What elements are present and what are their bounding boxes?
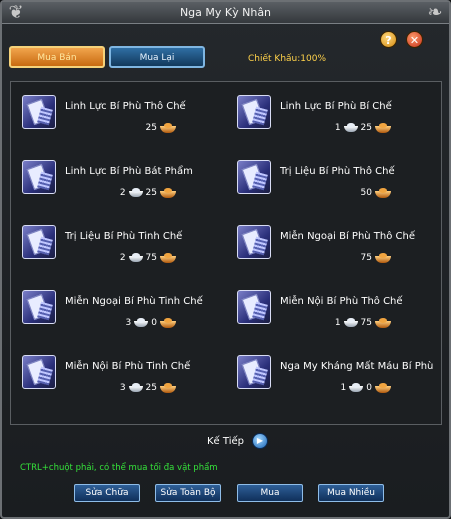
- silver-amount: 2: [119, 253, 126, 263]
- item-price: 2 75: [120, 251, 177, 265]
- shop-item[interactable]: Linh Lực Bí Phù Bí Chế 1 25: [234, 91, 446, 151]
- silver-amount: 2: [119, 188, 126, 198]
- silver-ingot-icon: [348, 383, 364, 393]
- gold-amount: 75: [145, 253, 157, 263]
- window-title: Nga My Kỳ Nhân: [179, 6, 272, 19]
- gold-ingot-icon: [374, 382, 392, 394]
- talisman-icon: [237, 225, 271, 259]
- item-name: Trị Liệu Bí Phù Thô Chế: [280, 166, 395, 177]
- item-name: Trị Liệu Bí Phù Tinh Chế: [65, 231, 183, 242]
- item-name: Miễn Ngoại Bí Phù Thô Chế: [280, 231, 416, 242]
- pagination: Kế Tiếp ▶: [207, 433, 268, 449]
- close-button[interactable]: ✕: [406, 31, 423, 48]
- item-price: 1 25: [335, 121, 392, 135]
- gold-ingot-icon: [374, 187, 392, 199]
- item-name: Linh Lực Bí Phù Bát Phẩm: [65, 166, 193, 177]
- silver-ingot-icon: [128, 383, 144, 393]
- shop-window: ❦ Nga My Kỳ Nhân ❧ ? ✕ Mua Bán Mua Lại C…: [0, 0, 451, 519]
- gold-ingot-icon: [159, 122, 177, 134]
- gold-amount: 25: [145, 123, 157, 133]
- tab-buyback[interactable]: Mua Lại: [109, 46, 205, 68]
- item-name: Linh Lực Bí Phù Bí Chế: [280, 101, 392, 112]
- item-list-panel: Linh Lực Bí Phù Thô Chế 25 Linh Lực Bí P…: [10, 81, 442, 425]
- item-price: 1 75: [335, 316, 392, 330]
- item-price: 75: [361, 251, 392, 265]
- play-arrow-icon: ▶: [256, 436, 264, 445]
- item-price: 2 25: [120, 186, 177, 200]
- gold-amount: 25: [145, 383, 157, 393]
- shop-item[interactable]: Trị Liệu Bí Phù Tinh Chế 2 75: [19, 221, 231, 281]
- silver-amount: 1: [334, 318, 341, 328]
- talisman-icon: [237, 355, 271, 389]
- gold-amount: 0: [366, 383, 372, 393]
- shop-item[interactable]: Miễn Ngoại Bí Phù Thô Chế 75: [234, 221, 446, 281]
- shop-item[interactable]: Miễn Ngoại Bí Phù Tinh Chế 3 0: [19, 286, 231, 346]
- talisman-icon: [237, 95, 271, 129]
- item-price: 25: [146, 121, 177, 135]
- gold-amount: 75: [360, 253, 372, 263]
- silver-ingot-icon: [343, 318, 359, 328]
- buy-many-button[interactable]: Mua Nhiều: [318, 484, 384, 502]
- talisman-icon: [22, 290, 56, 324]
- item-price: 3 25: [120, 381, 177, 395]
- shop-item[interactable]: Nga My Kháng Mất Máu Bí Phù 1 0: [234, 351, 446, 411]
- talisman-icon: [22, 225, 56, 259]
- item-name: Miễn Nội Bí Phù Thô Chế: [280, 296, 403, 307]
- item-name: Nga My Kháng Mất Máu Bí Phù: [280, 361, 434, 372]
- help-button[interactable]: ?: [380, 31, 397, 48]
- silver-ingot-icon: [128, 253, 144, 263]
- repair-button[interactable]: Sửa Chữa: [74, 484, 140, 502]
- item-price: 3 0: [126, 316, 177, 330]
- gold-amount: 25: [360, 123, 372, 133]
- gold-amount: 75: [360, 318, 372, 328]
- next-page-button[interactable]: ▶: [251, 433, 268, 449]
- shop-item[interactable]: Trị Liệu Bí Phù Thô Chế 50: [234, 156, 446, 216]
- shop-item[interactable]: Linh Lực Bí Phù Bát Phẩm 2 25: [19, 156, 231, 216]
- gold-ingot-icon: [159, 187, 177, 199]
- silver-ingot-icon: [133, 318, 149, 328]
- silver-amount: 1: [334, 123, 341, 133]
- gold-amount: 50: [360, 188, 372, 198]
- talisman-icon: [237, 160, 271, 194]
- shop-item[interactable]: Miễn Nội Bí Phù Tinh Chế 3 25: [19, 351, 231, 411]
- buy-button[interactable]: Mua: [237, 484, 303, 502]
- item-name: Miễn Nội Bí Phù Tinh Chế: [65, 361, 191, 372]
- talisman-icon: [22, 160, 56, 194]
- item-name: Linh Lực Bí Phù Thô Chế: [65, 101, 186, 112]
- item-price: 1 0: [341, 381, 392, 395]
- gold-ingot-icon: [374, 122, 392, 134]
- gold-amount: 25: [145, 188, 157, 198]
- item-name: Miễn Ngoại Bí Phù Tinh Chế: [65, 296, 203, 307]
- talisman-icon: [237, 290, 271, 324]
- next-page-label: Kế Tiếp: [207, 435, 244, 447]
- gold-amount: 0: [151, 318, 157, 328]
- tab-buy-sell[interactable]: Mua Bán: [9, 46, 105, 68]
- silver-ingot-icon: [343, 123, 359, 133]
- gold-ingot-icon: [159, 317, 177, 329]
- discount-label: Chiết Khấu:100%: [248, 54, 327, 64]
- shop-item[interactable]: Miễn Nội Bí Phù Thô Chế 1 75: [234, 286, 446, 346]
- gold-ingot-icon: [374, 252, 392, 264]
- silver-amount: 3: [125, 318, 132, 328]
- question-icon: ?: [385, 34, 392, 47]
- ornament-right-icon: ❧: [427, 2, 443, 23]
- gold-ingot-icon: [159, 382, 177, 394]
- purchase-hint: CTRL+chuột phải, có thể mua tối đa vật p…: [20, 463, 218, 473]
- silver-ingot-icon: [128, 188, 144, 198]
- gold-ingot-icon: [374, 317, 392, 329]
- gold-ingot-icon: [159, 252, 177, 264]
- close-icon: ✕: [409, 34, 420, 47]
- title-bar[interactable]: ❦ Nga My Kỳ Nhân ❧: [2, 2, 449, 24]
- shop-item[interactable]: Linh Lực Bí Phù Thô Chế 25: [19, 91, 231, 151]
- talisman-icon: [22, 355, 56, 389]
- silver-amount: 3: [119, 383, 126, 393]
- item-price: 50: [361, 186, 392, 200]
- talisman-icon: [22, 95, 56, 129]
- repair-all-button[interactable]: Sửa Toàn Bộ: [155, 484, 221, 502]
- silver-amount: 1: [340, 383, 347, 393]
